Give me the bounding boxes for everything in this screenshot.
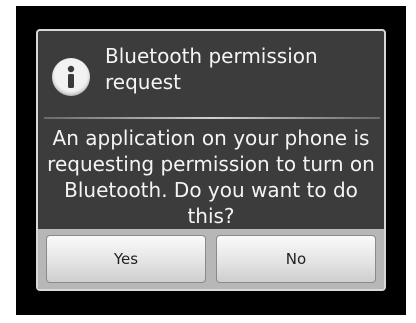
dialog-button-bar: Yes No [38,229,384,289]
dialog-message: An application on your phone is requesti… [47,126,375,228]
permission-dialog: Bluetooth permission request An applicat… [36,29,386,291]
phone-screen: Bluetooth permission request An applicat… [16,6,406,315]
title-divider [44,117,380,119]
no-button[interactable]: No [216,235,376,283]
info-icon [52,58,90,96]
dialog-title: Bluetooth permission request [105,44,318,94]
yes-button[interactable]: Yes [46,235,206,283]
dialog-title-bar: Bluetooth permission request [38,31,384,115]
